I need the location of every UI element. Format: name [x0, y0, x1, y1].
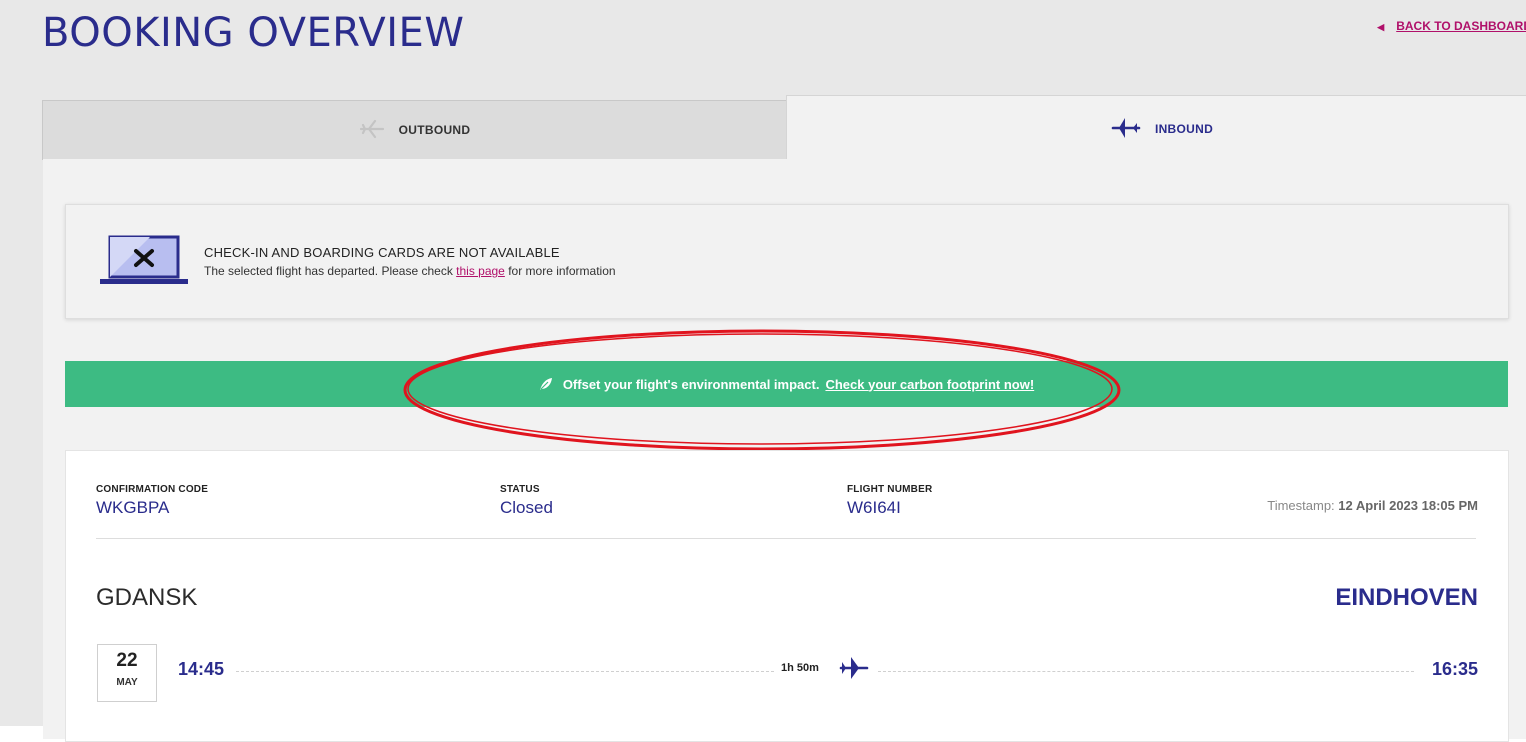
eco-banner-text: Offset your flight's environmental impac…: [562, 376, 820, 392]
timestamp: Timestamp: 12 April 2023 18:05 PM: [1267, 498, 1478, 513]
alert-message: The selected flight has departed. Please…: [204, 264, 616, 278]
arrival-city: EINDHOVEN: [1335, 584, 1478, 611]
departure-time: 14:45: [178, 659, 225, 679]
page-title: BOOKING OVERVIEW: [42, 10, 465, 56]
flight-number-label: FLIGHT NUMBER: [847, 484, 933, 495]
plane-takeoff-icon: [359, 119, 385, 142]
tab-outbound-label: OUTBOUND: [398, 123, 471, 137]
date-day: 22: [116, 650, 138, 671]
tab-inbound[interactable]: INBOUND: [786, 95, 1526, 162]
checkin-alert: CHECK-IN AND BOARDING CARDS ARE NOT AVAI…: [65, 204, 1509, 319]
confirmation-code-label: CONFIRMATION CODE: [96, 484, 209, 495]
flight-date-box: 22 MAY: [97, 644, 157, 702]
leaf-icon: [539, 377, 553, 391]
tab-inbound-label: INBOUND: [1154, 122, 1214, 136]
alert-message-text: The selected flight has departed. Please…: [204, 264, 457, 278]
back-to-dashboard-link[interactable]: ◀ BACK TO DASHBOARD: [1377, 19, 1526, 33]
arrival-time: 16:35: [1431, 659, 1478, 679]
departure-city: GDANSK: [96, 584, 198, 611]
laptop-x-icon: [98, 235, 190, 292]
alert-message-tail: for more information: [504, 264, 616, 278]
tab-outbound[interactable]: OUTBOUND: [42, 100, 787, 160]
timestamp-prefix: Timestamp:: [1267, 498, 1339, 513]
booking-details-card: CONFIRMATION CODE WKGBPA STATUS Closed F…: [65, 450, 1509, 742]
plane-landing-icon: [1111, 117, 1141, 142]
route-line-left: [236, 671, 774, 672]
card-divider: [96, 538, 1476, 539]
status-label: STATUS: [500, 484, 540, 495]
confirmation-code-value: WKGBPA: [96, 498, 170, 517]
caret-left-icon: ◀: [1377, 22, 1385, 32]
route-line-right: [878, 671, 1414, 672]
this-page-link[interactable]: this page: [456, 264, 505, 278]
timestamp-value: 12 April 2023 18:05 PM: [1338, 498, 1478, 513]
plane-icon: [839, 656, 869, 685]
status-value: Closed: [500, 498, 553, 517]
back-link-label: BACK TO DASHBOARD: [1396, 19, 1526, 33]
alert-title: CHECK-IN AND BOARDING CARDS ARE NOT AVAI…: [204, 245, 560, 260]
carbon-footprint-link[interactable]: Check your carbon footprint now!: [825, 377, 1034, 392]
flight-duration: 1h 50m: [781, 662, 819, 674]
date-month: MAY: [116, 677, 138, 688]
carbon-offset-banner: Offset your flight's environmental impac…: [65, 361, 1508, 407]
flight-number-value: W6I64I: [847, 498, 901, 517]
